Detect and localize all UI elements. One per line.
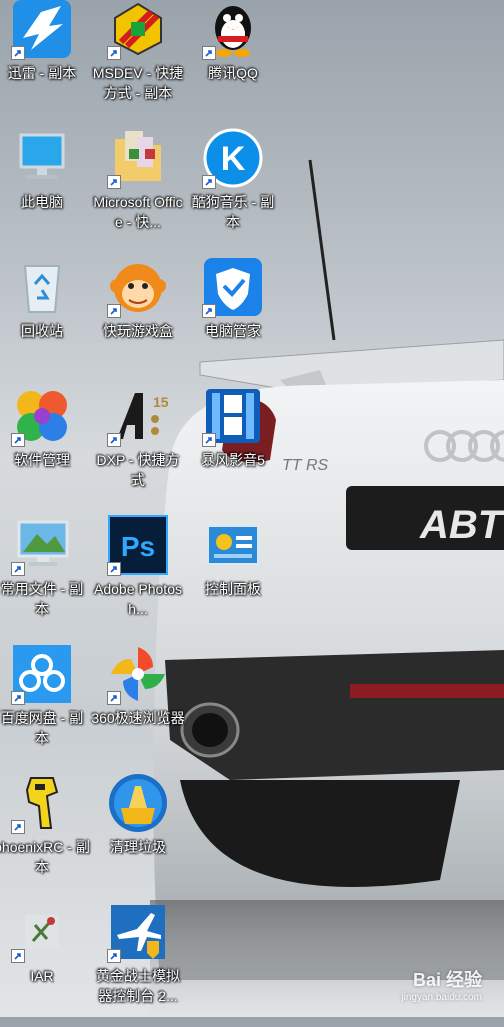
- watermark-url: jingyan.baidu.com: [401, 992, 482, 1003]
- baidu-jingyan-watermark: Bai 经验 jingyan.baidu.com: [401, 966, 482, 1003]
- desktop-icon-baofeng[interactable]: 暴风影音5: [185, 385, 281, 511]
- icon-label: 360极速浏览器: [91, 710, 185, 726]
- desktop-icon-kugou[interactable]: K 酷狗音乐 - 副本: [185, 127, 281, 253]
- icon-label: 百度网盘 - 副本: [0, 710, 84, 746]
- icon-label: MSDEV - 快捷方式 - 副本: [92, 65, 184, 101]
- kugou-icon: K: [202, 127, 264, 189]
- broom-icon: [107, 772, 169, 834]
- shortcut-arrow-icon: [202, 175, 216, 189]
- shortcut-arrow-icon: [11, 433, 25, 447]
- shortcut-arrow-icon: [107, 433, 121, 447]
- icon-label: 软件管理: [14, 452, 70, 468]
- desktop-icon-common-files[interactable]: 常用文件 - 副本: [0, 514, 90, 640]
- computer-icon: [11, 127, 73, 189]
- shortcut-arrow-icon: [202, 433, 216, 447]
- icon-label: 迅雷 - 副本: [7, 65, 77, 81]
- desktop-icon-software-manager[interactable]: 软件管理: [0, 385, 90, 511]
- svg-text:K: K: [221, 140, 246, 178]
- qq-penguin-icon: [202, 0, 264, 60]
- icon-label: Adobe Photosh...: [94, 581, 182, 617]
- desktop-icon-photoshop[interactable]: Ps Adobe Photosh...: [90, 514, 186, 640]
- desktop-icon-pc-manager[interactable]: 电脑管家: [185, 256, 281, 382]
- monitor-folder-icon: [11, 514, 73, 576]
- pinwheel-icon: [107, 643, 169, 705]
- thunder-bird-icon: [11, 0, 73, 60]
- icon-label: 酷狗音乐 - 副本: [191, 194, 275, 230]
- icon-label: 腾讯QQ: [208, 65, 258, 81]
- desktop-icon-this-pc[interactable]: 此电脑: [0, 127, 90, 253]
- iar-icon: [11, 901, 73, 963]
- desktop-icon-360-browser[interactable]: 360极速浏览器: [90, 643, 186, 769]
- icon-label: 暴风影音5: [201, 452, 265, 468]
- desktop-icon-qq[interactable]: 腾讯QQ: [185, 0, 281, 124]
- desktop-icon-dxp[interactable]: 15 DXP - 快捷方式: [90, 385, 186, 511]
- icon-label: 黄金战士模拟器控制台 2...: [96, 968, 180, 1004]
- shortcut-arrow-icon: [107, 175, 121, 189]
- svg-text:TT RS: TT RS: [282, 457, 329, 474]
- icon-label: 回收站: [21, 323, 63, 339]
- icon-label: 常用文件 - 副本: [0, 581, 84, 617]
- shortcut-arrow-icon: [202, 46, 216, 60]
- robot-icon: [11, 772, 73, 834]
- shortcut-arrow-icon: [107, 691, 121, 705]
- icon-label: 此电脑: [21, 194, 63, 210]
- svg-text:Ps: Ps: [121, 531, 155, 562]
- cloud-icon: [11, 643, 73, 705]
- icon-label: IAR: [30, 968, 54, 984]
- icon-label: Microsoft Office - 快...: [93, 194, 183, 230]
- dxp-icon: 15: [107, 385, 169, 447]
- recycle-bin-icon: [11, 256, 73, 318]
- desktop-icon-phoenixrc[interactable]: phoenixRC - 副本: [0, 772, 90, 898]
- shortcut-arrow-icon: [11, 562, 25, 576]
- shortcut-arrow-icon: [11, 949, 25, 963]
- shortcut-arrow-icon: [11, 46, 25, 60]
- icon-label: 快玩游戏盒: [103, 323, 173, 339]
- desktop-icon-gold-warrior[interactable]: 黄金战士模拟器控制台 2...: [90, 901, 186, 1027]
- shortcut-arrow-icon: [107, 304, 121, 318]
- plane-shield-icon: [107, 901, 169, 963]
- shield-icon: [202, 256, 264, 318]
- desktop-icon-office[interactable]: Microsoft Office - 快...: [90, 127, 186, 253]
- desktop-icon-clean-junk[interactable]: 清理垃圾: [90, 772, 186, 898]
- shortcut-arrow-icon: [11, 691, 25, 705]
- desktop-icon-control-panel[interactable]: 控制面板: [185, 514, 281, 640]
- desktop-icon-xunlei[interactable]: 迅雷 - 副本: [0, 0, 90, 124]
- shortcut-arrow-icon: [107, 562, 121, 576]
- svg-text:15: 15: [153, 394, 169, 410]
- desktop-icon-iar[interactable]: IAR: [0, 901, 90, 1027]
- desktop-icon-msdev[interactable]: MSDEV - 快捷方式 - 副本: [90, 0, 186, 124]
- control-panel-icon: [202, 514, 264, 576]
- icon-label: DXP - 快捷方式: [96, 452, 180, 488]
- film-icon: [202, 385, 264, 447]
- svg-text:ABT: ABT: [419, 503, 504, 547]
- watermark-brand: Bai 经验: [412, 970, 482, 990]
- desktop-icon-recycle-bin[interactable]: 回收站: [0, 256, 90, 382]
- msdev-icon: [107, 0, 169, 60]
- desktop-icon-baidu-netdisk[interactable]: 百度网盘 - 副本: [0, 643, 90, 769]
- shortcut-arrow-icon: [202, 304, 216, 318]
- shortcut-arrow-icon: [11, 820, 25, 834]
- monkey-icon: [107, 256, 169, 318]
- desktop-icon-kuaiwan[interactable]: 快玩游戏盒: [90, 256, 186, 382]
- icon-label: 控制面板: [205, 581, 261, 597]
- software-manager-icon: [11, 385, 73, 447]
- shortcut-arrow-icon: [107, 949, 121, 963]
- icon-label: phoenixRC - 副本: [0, 839, 90, 875]
- shortcut-arrow-icon: [107, 46, 121, 60]
- icon-label: 电脑管家: [205, 323, 261, 339]
- photoshop-icon: Ps: [107, 514, 169, 576]
- office-folder-icon: [107, 127, 169, 189]
- icon-label: 清理垃圾: [110, 839, 166, 855]
